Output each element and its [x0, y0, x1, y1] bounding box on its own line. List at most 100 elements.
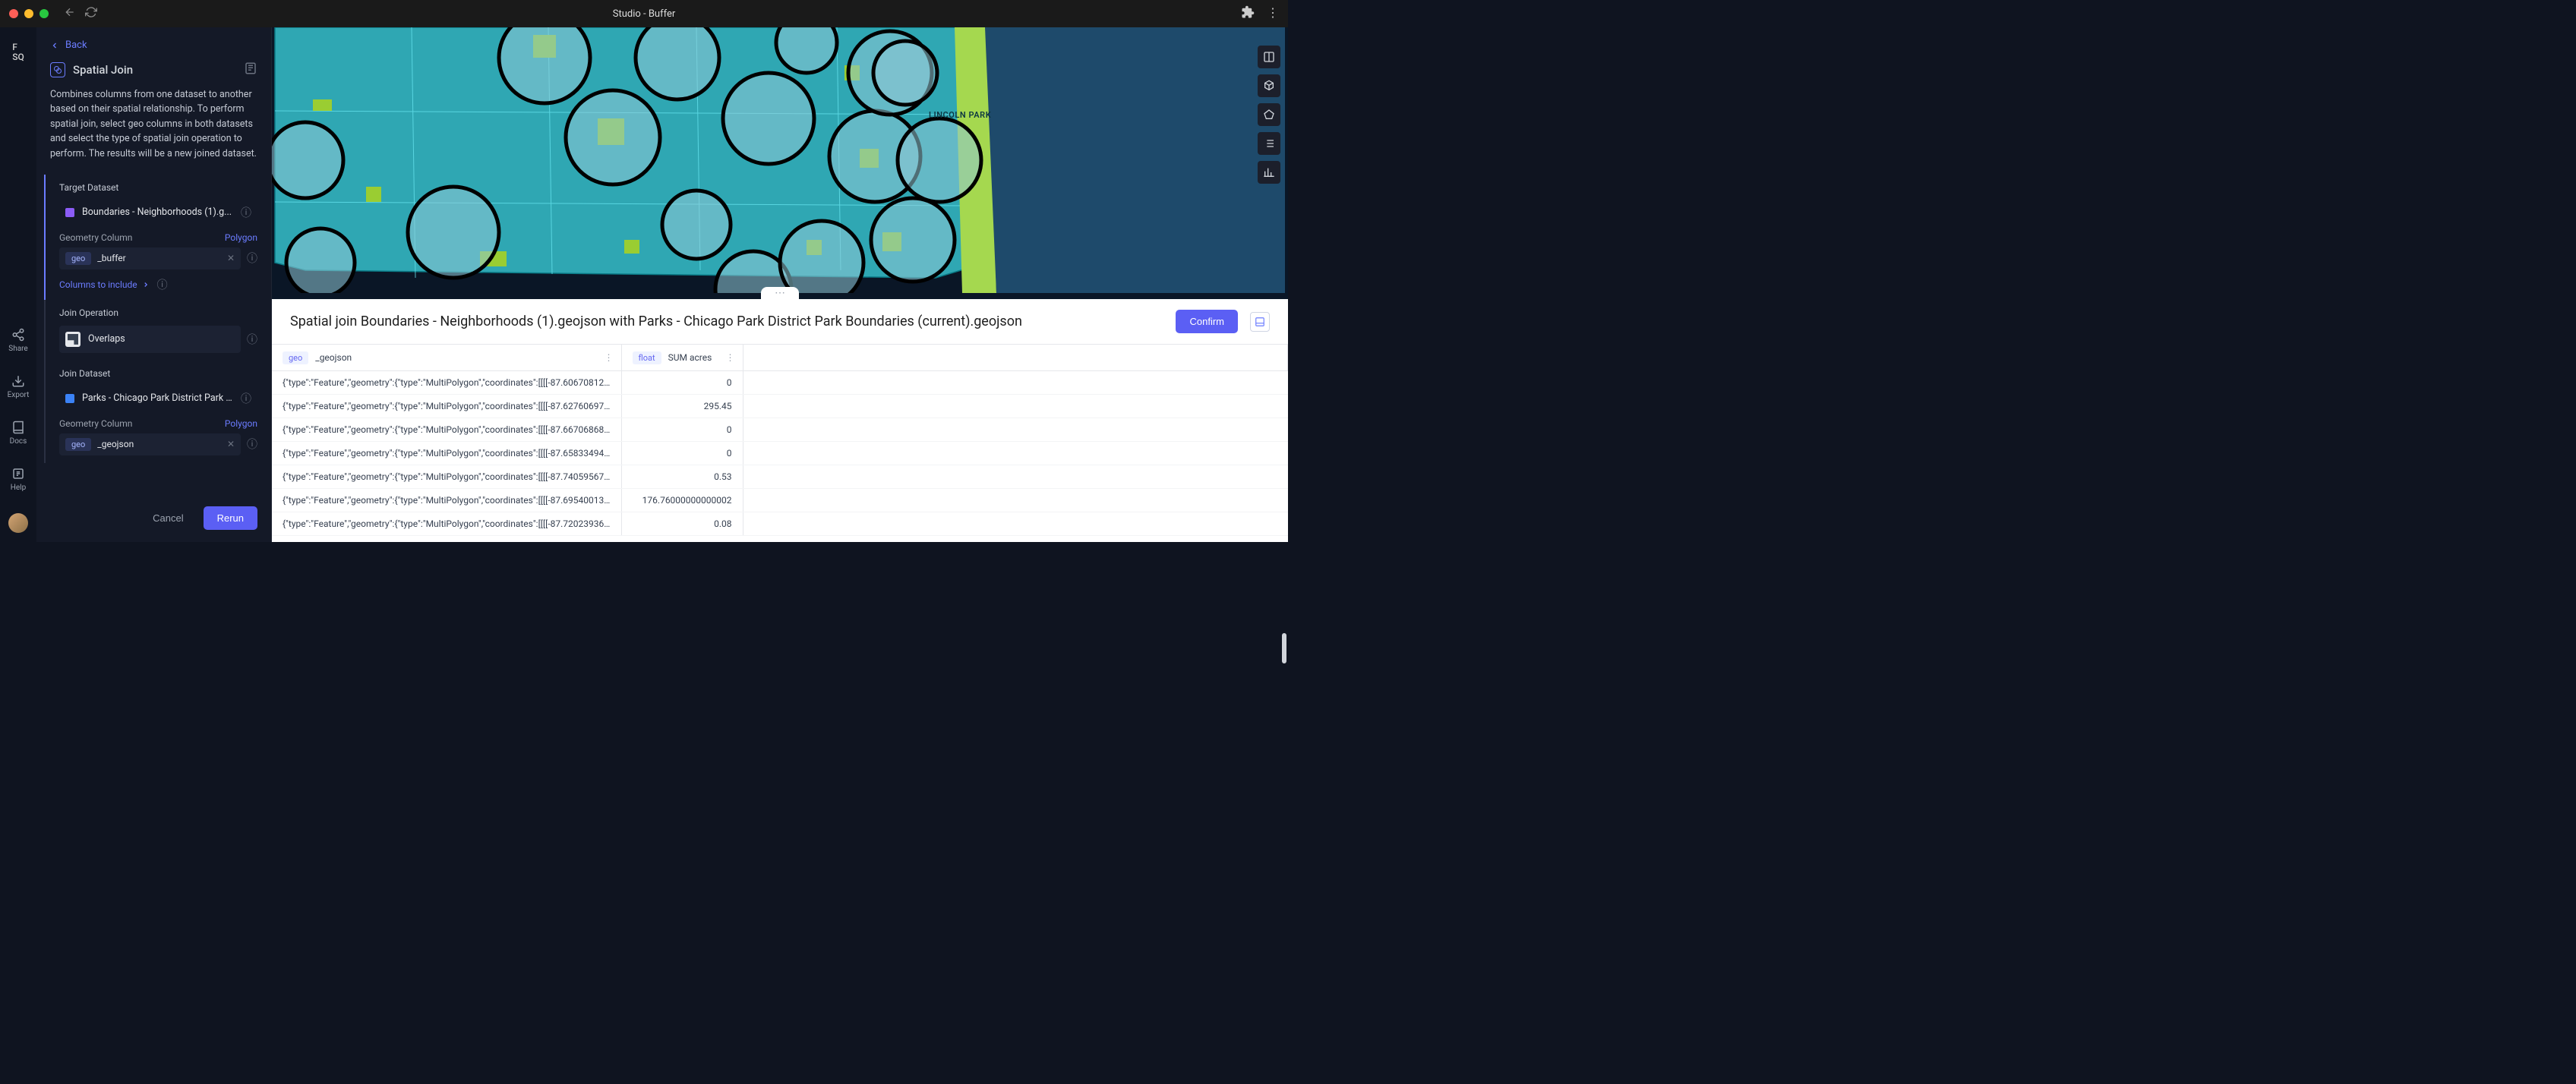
table-row[interactable]: {"type":"Feature","geometry":{"type":"Mu…	[272, 418, 1288, 442]
column-menu-icon[interactable]: ⋮	[605, 352, 614, 363]
map-tool-chart-icon[interactable]	[1258, 161, 1280, 184]
info-icon[interactable]: ⓘ	[157, 277, 168, 292]
vertical-scrollbar[interactable]	[1282, 633, 1286, 663]
rail-docs-label: Docs	[10, 437, 27, 446]
close-window-button[interactable]	[9, 9, 18, 18]
open-docs-icon[interactable]	[244, 61, 257, 78]
cell-geojson: {"type":"Feature","geometry":{"type":"Mu…	[272, 418, 621, 442]
more-vertical-icon[interactable]: ⋮	[1267, 5, 1279, 22]
back-label: Back	[65, 39, 87, 51]
window-title: Studio - Buffer	[613, 8, 676, 20]
cell-sumacres: 0	[621, 371, 743, 395]
rerun-button[interactable]: Rerun	[204, 506, 257, 530]
cell-empty	[743, 512, 1288, 536]
map-canvas[interactable]: LINCOLN PARK	[272, 27, 1288, 293]
info-icon[interactable]: ⓘ	[241, 205, 251, 220]
table-row[interactable]: {"type":"Feature","geometry":{"type":"Mu…	[272, 489, 1288, 512]
table-row[interactable]: {"type":"Feature","geometry":{"type":"Mu…	[272, 395, 1288, 418]
map-tools	[1258, 46, 1280, 184]
map-tool-polygon-icon[interactable]	[1258, 103, 1280, 126]
map-tool-split-icon[interactable]	[1258, 46, 1280, 68]
map-tool-legend-icon[interactable]	[1258, 132, 1280, 155]
target-section-label: Target Dataset	[59, 182, 257, 193]
panel-description: Combines columns from one dataset to ano…	[36, 87, 271, 175]
extension-icon[interactable]	[1241, 5, 1255, 22]
maximize-window-button[interactable]	[39, 9, 49, 18]
target-dataset-row[interactable]: Boundaries - Neighborhoods (1).g... ⓘ	[59, 200, 257, 225]
confirm-button[interactable]: Confirm	[1176, 310, 1238, 333]
info-icon[interactable]: ⓘ	[247, 436, 257, 452]
cell-sumacres: 295.45	[621, 395, 743, 418]
info-icon[interactable]: ⓘ	[247, 251, 257, 266]
join-geom-input[interactable]: geo _geojson ✕	[59, 433, 241, 455]
target-geom-value: _buffer	[97, 253, 221, 263]
cell-empty	[743, 465, 1288, 489]
rail-docs[interactable]: Docs	[10, 421, 27, 446]
dataset-swatch-purple	[65, 208, 74, 217]
cell-geojson: {"type":"Feature","geometry":{"type":"Mu…	[272, 442, 621, 465]
operation-value: Overlaps	[88, 333, 125, 345]
cell-empty	[743, 489, 1288, 512]
rail-help-label: Help	[11, 484, 26, 492]
table-row[interactable]: {"type":"Feature","geometry":{"type":"Mu…	[272, 512, 1288, 536]
target-dataset-section: Target Dataset Boundaries - Neighborhood…	[44, 175, 271, 300]
panel-header: Spatial Join	[36, 61, 271, 87]
join-geom-label: Geometry Column	[59, 418, 132, 429]
table-row[interactable]: {"type":"Feature","geometry":{"type":"Mu…	[272, 465, 1288, 489]
type-pill-geo: geo	[283, 351, 308, 364]
join-geom-type: Polygon	[225, 418, 257, 429]
nav-arrows	[64, 6, 97, 21]
column-header-sumacres[interactable]: float SUM acres ⋮	[621, 345, 743, 371]
nav-back-icon[interactable]	[64, 6, 76, 21]
join-dataset-row[interactable]: Parks - Chicago Park District Park ... ⓘ	[59, 386, 257, 411]
cell-empty	[743, 371, 1288, 395]
join-section-label: Join Dataset	[59, 368, 257, 379]
table-view-icon[interactable]	[1250, 312, 1270, 332]
target-geom-input[interactable]: geo _buffer ✕	[59, 247, 241, 269]
result-title: Spatial join Boundaries - Neighborhoods …	[290, 314, 1163, 329]
back-button[interactable]: Back	[36, 39, 271, 61]
join-geom-value: _geojson	[97, 439, 221, 449]
result-header: Spatial join Boundaries - Neighborhoods …	[272, 299, 1288, 344]
columns-to-include[interactable]: Columns to include ⓘ	[59, 277, 257, 292]
rail-share-label: Share	[8, 345, 27, 353]
panel-title: Spatial Join	[73, 63, 236, 77]
reload-icon[interactable]	[85, 6, 97, 21]
cell-empty	[743, 442, 1288, 465]
cell-sumacres: 176.76000000000002	[621, 489, 743, 512]
table-row[interactable]: {"type":"Feature","geometry":{"type":"Mu…	[272, 442, 1288, 465]
spatial-join-icon	[50, 62, 65, 77]
cell-geojson: {"type":"Feature","geometry":{"type":"Mu…	[272, 489, 621, 512]
sidebar-footer: Cancel Rerun	[36, 497, 271, 530]
join-operation-select[interactable]: Overlaps	[59, 326, 241, 353]
column-header-geojson[interactable]: geo _geojson ⋮	[272, 345, 621, 371]
info-icon[interactable]: ⓘ	[247, 332, 257, 347]
column-menu-icon[interactable]: ⋮	[726, 352, 735, 363]
rail-help[interactable]: Help	[11, 467, 26, 492]
cell-geojson: {"type":"Feature","geometry":{"type":"Mu…	[272, 371, 621, 395]
clear-icon[interactable]: ✕	[227, 253, 235, 263]
cell-empty	[743, 395, 1288, 418]
rail-export-label: Export	[8, 391, 30, 399]
map-tool-3d-icon[interactable]	[1258, 74, 1280, 97]
overlaps-icon	[65, 332, 80, 347]
info-icon[interactable]: ⓘ	[241, 391, 251, 406]
column-name-sumacres: SUM acres	[668, 352, 712, 363]
rail-export[interactable]: Export	[8, 374, 30, 399]
target-dataset-name: Boundaries - Neighborhoods (1).g...	[82, 206, 233, 218]
main-area: LINCOLN PARK ⋯ Spatial join Boundaries -…	[272, 27, 1288, 542]
cell-sumacres: 0	[621, 418, 743, 442]
column-header-empty	[743, 345, 1288, 371]
rail-share[interactable]: Share	[8, 328, 27, 353]
dataset-swatch-blue	[65, 394, 74, 403]
user-avatar[interactable]	[8, 513, 28, 533]
minimize-window-button[interactable]	[24, 9, 33, 18]
clear-icon[interactable]: ✕	[227, 439, 235, 449]
table-row[interactable]: {"type":"Feature","geometry":{"type":"Mu…	[272, 371, 1288, 395]
cell-geojson: {"type":"Feature","geometry":{"type":"Mu…	[272, 395, 621, 418]
panel-drag-handle[interactable]: ⋯	[761, 287, 799, 299]
cancel-button[interactable]: Cancel	[142, 506, 194, 530]
sidebar: Back Spatial Join Combines columns from …	[36, 27, 272, 542]
target-geom-label: Geometry Column	[59, 232, 132, 243]
join-geom-label-row: Geometry Column Polygon	[59, 418, 257, 429]
